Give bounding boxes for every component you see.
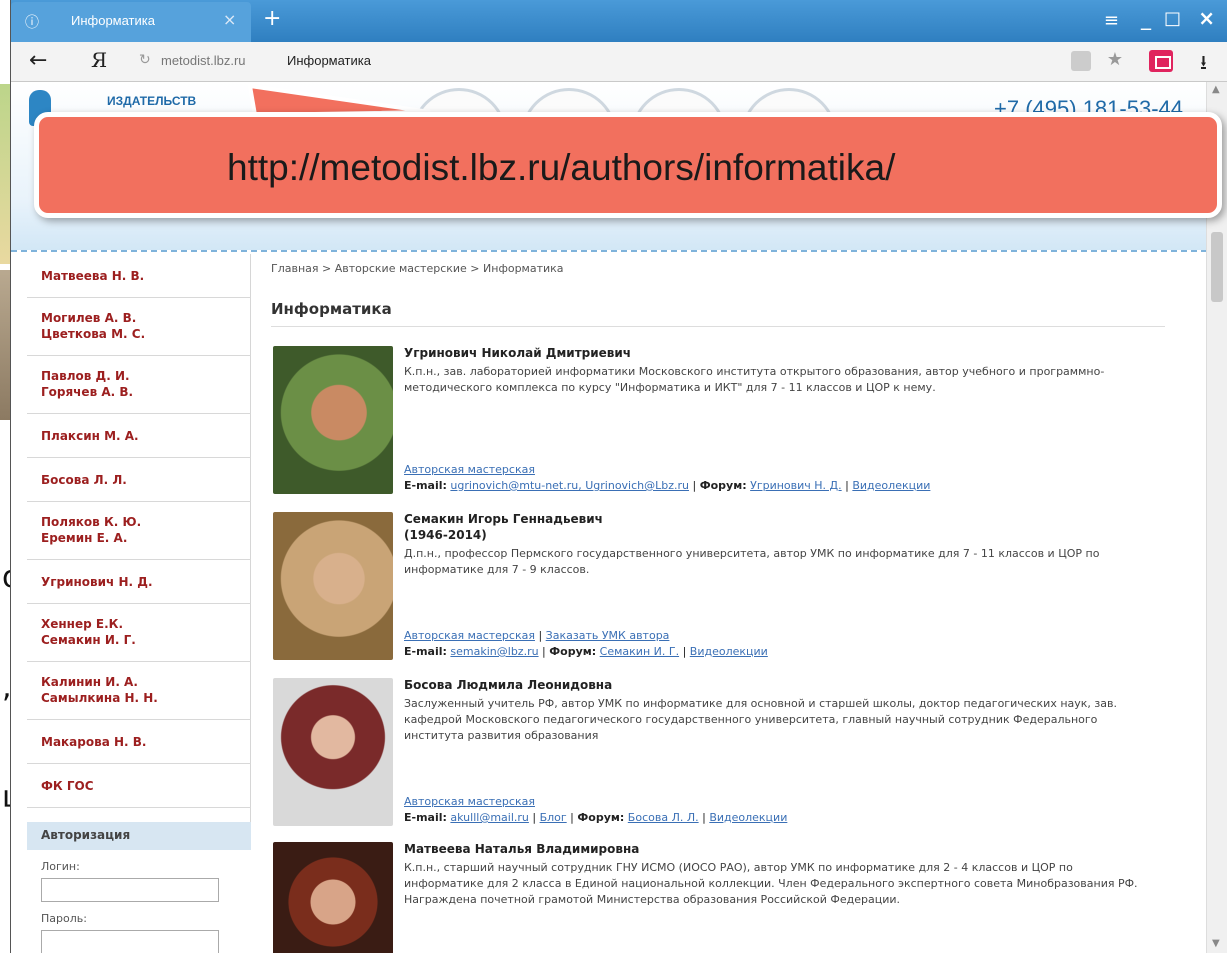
- email-label: E-mail:: [404, 479, 447, 492]
- scroll-thumb[interactable]: [1211, 232, 1223, 302]
- email-label: E-mail:: [404, 811, 447, 824]
- extension-icon[interactable]: [1071, 51, 1091, 71]
- forum-label: Форум:: [549, 645, 597, 658]
- site-logo-text[interactable]: ИЗДАТЕЛЬСТВ: [107, 94, 196, 108]
- yandex-button[interactable]: Я: [91, 48, 107, 72]
- workshop-link[interactable]: Авторская мастерская: [404, 463, 535, 476]
- sidebar-item-plaksin[interactable]: Плаксин М. А.: [27, 414, 251, 458]
- tab-bar: ⓘ Информатика × + ≡ _ □ ×: [11, 0, 1227, 42]
- tab-close-icon[interactable]: ×: [223, 10, 236, 29]
- password-label: Пароль:: [41, 912, 87, 925]
- forum-link[interactable]: Угринович Н. Д.: [750, 479, 842, 492]
- author-photo: [273, 678, 393, 826]
- authors-sidebar: Матвеева Н. В. Могилев А. В. Цветкова М.…: [27, 254, 251, 953]
- new-tab-button[interactable]: +: [263, 6, 281, 31]
- author-years: (1946-2014): [404, 528, 487, 542]
- sidebar-item-henner[interactable]: Хеннер Е.К. Семакин И. Г.: [27, 604, 251, 662]
- login-input[interactable]: [41, 878, 219, 902]
- author-card: Семакин Игорь Геннадьевич (1946-2014) Д.…: [273, 512, 1153, 668]
- url-page-title[interactable]: Информатика: [287, 53, 371, 68]
- email-label: E-mail:: [404, 645, 447, 658]
- tab-title: Информатика: [71, 13, 155, 28]
- video-link[interactable]: Видеолекции: [852, 479, 930, 492]
- sidebar-item-bosova[interactable]: Босова Л. Л.: [27, 458, 251, 502]
- sidebar-item-polyakov[interactable]: Поляков К. Ю. Еремин Е. А.: [27, 502, 251, 560]
- email-link[interactable]: semakin@lbz.ru: [450, 645, 538, 658]
- auth-panel: Авторизация Логин: Пароль:: [27, 822, 251, 953]
- author-description: К.п.н., зав. лабораторией информатики Мо…: [404, 365, 1105, 394]
- tab-informatika[interactable]: ⓘ Информатика ×: [11, 2, 251, 42]
- favicon-icon: ⓘ: [25, 15, 39, 31]
- author-description: К.п.н., старший научный сотрудник ГНУ ИС…: [404, 861, 1138, 906]
- sidebar-item-kalinin[interactable]: Калинин И. А. Самылкина Н. Н.: [27, 662, 251, 720]
- sidebar-item-makarova[interactable]: Макарова Н. В.: [27, 720, 251, 764]
- workshop-link[interactable]: Авторская мастерская: [404, 795, 535, 808]
- video-link[interactable]: Видеолекции: [690, 645, 768, 658]
- download-icon[interactable]: ⭳: [1200, 48, 1207, 82]
- sidebar-item-fk-gos[interactable]: ФК ГОС: [27, 764, 251, 808]
- scroll-up-arrow-icon[interactable]: ▲: [1212, 84, 1220, 95]
- author-description: Д.п.н., профессор Пермского государствен…: [404, 547, 1100, 576]
- author-name: Угринович Николай Дмитриевич: [404, 346, 632, 360]
- sidebar-item-matveeva[interactable]: Матвеева Н. В.: [27, 254, 251, 298]
- author-links: Авторская мастерская E-mail: akulll@mail…: [404, 795, 788, 824]
- forum-link[interactable]: Босова Л. Л.: [628, 811, 699, 824]
- author-card: Босова Людмила Леонидовна Заслуженный уч…: [273, 678, 1153, 834]
- forum-label: Форум:: [699, 479, 747, 492]
- reload-icon[interactable]: ↻: [139, 52, 151, 68]
- order-umk-link[interactable]: Заказать УМК автора: [546, 629, 670, 642]
- video-link[interactable]: Видеолекции: [709, 811, 787, 824]
- author-links: Авторская мастерская | Заказать УМК авто…: [404, 629, 768, 658]
- auth-title: Авторизация: [27, 822, 251, 850]
- forum-label: Форум:: [577, 811, 625, 824]
- author-name: Семакин Игорь Геннадьевич: [404, 512, 603, 526]
- url-host[interactable]: metodist.lbz.ru: [161, 53, 246, 68]
- close-window-button[interactable]: ×: [1198, 6, 1215, 30]
- author-photo: [273, 346, 393, 494]
- author-name: Матвеева Наталья Владимировна: [404, 842, 640, 856]
- subscriptions-icon[interactable]: [1149, 50, 1173, 72]
- minimize-button[interactable]: _: [1141, 6, 1151, 30]
- author-name: Босова Людмила Леонидовна: [404, 678, 613, 692]
- workshop-link[interactable]: Авторская мастерская: [404, 629, 535, 642]
- author-description: Заслуженный учитель РФ, автор УМК по инф…: [404, 697, 1117, 742]
- url-callout: http://metodist.lbz.ru/authors/informati…: [34, 112, 1222, 218]
- login-label: Логин:: [41, 860, 80, 873]
- sidebar-item-ugrinovich[interactable]: Угринович Н. Д.: [27, 560, 251, 604]
- email-link[interactable]: akulll@mail.ru: [450, 811, 528, 824]
- callout-url-text: http://metodist.lbz.ru/authors/informati…: [227, 147, 896, 188]
- author-photo: [273, 842, 393, 953]
- page-title: Информатика: [271, 300, 1165, 327]
- scroll-down-arrow-icon[interactable]: ▼: [1212, 938, 1220, 949]
- sidebar-item-mogilev[interactable]: Могилев А. В. Цветкова М. С.: [27, 298, 251, 356]
- sidebar-item-pavlov[interactable]: Павлов Д. И. Горячев А. В.: [27, 356, 251, 414]
- author-card: Угринович Николай Дмитриевич К.п.н., зав…: [273, 346, 1153, 502]
- forum-link[interactable]: Семакин И. Г.: [600, 645, 679, 658]
- breadcrumb[interactable]: Главная > Авторские мастерские > Информа…: [271, 262, 564, 275]
- bookmark-star-icon[interactable]: ★: [1107, 49, 1123, 70]
- blog-link[interactable]: Блог: [540, 811, 567, 824]
- address-bar: ← Я ↻ metodist.lbz.ru Информатика ★ ⭳: [11, 42, 1227, 82]
- author-photo: [273, 512, 393, 660]
- back-button[interactable]: ←: [29, 48, 47, 73]
- email-link[interactable]: ugrinovich@mtu-net.ru, Ugrinovich@Lbz.ru: [450, 479, 689, 492]
- author-card: Матвеева Наталья Владимировна К.п.н., ст…: [273, 842, 1153, 953]
- maximize-button[interactable]: □: [1164, 8, 1181, 29]
- author-links: Авторская мастерская E-mail: ugrinovich@…: [404, 463, 931, 492]
- password-input[interactable]: [41, 930, 219, 953]
- menu-icon[interactable]: ≡: [1104, 10, 1119, 31]
